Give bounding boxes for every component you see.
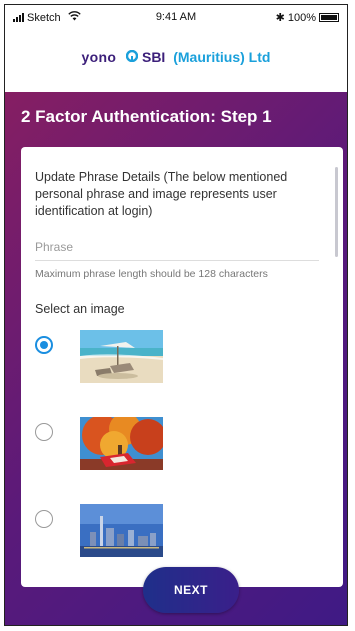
- region-label: (Mauritius) Ltd: [173, 49, 271, 65]
- brand-logo: yono SBI (Mauritius) Ltd: [5, 49, 347, 65]
- phrase-input[interactable]: Phrase: [35, 233, 319, 261]
- yono-wordmark: yono: [81, 49, 117, 65]
- image-option-beach[interactable]: [35, 330, 325, 390]
- top-bar: Sketch 9:41 AM ✱ 100% yono SBI (Mauritiu…: [5, 5, 347, 92]
- phone-screen: Sketch 9:41 AM ✱ 100% yono SBI (Mauritiu…: [4, 4, 348, 626]
- radio-unselected[interactable]: [35, 423, 53, 441]
- phrase-hint: Maximum phrase length should be 128 char…: [35, 268, 268, 280]
- form-card: Update Phrase Details (The below mention…: [21, 147, 343, 587]
- page-title: 2 Factor Authentication: Step 1: [21, 107, 272, 126]
- sbi-logo-icon: [125, 49, 139, 65]
- scrollbar[interactable]: [335, 167, 338, 257]
- image-option-city[interactable]: [35, 504, 325, 564]
- battery-icon: [319, 13, 339, 22]
- radio-unselected[interactable]: [35, 510, 53, 528]
- bluetooth-icon: ✱: [275, 12, 285, 24]
- next-button[interactable]: NEXT: [143, 567, 239, 613]
- battery-percent: 100%: [287, 11, 316, 24]
- phrase-description: Update Phrase Details (The below mention…: [35, 170, 288, 218]
- autumn-tree-image[interactable]: [80, 417, 163, 470]
- city-skyline-image[interactable]: [80, 504, 163, 557]
- radio-selected[interactable]: [35, 336, 53, 354]
- status-bar: Sketch 9:41 AM ✱ 100%: [5, 5, 347, 27]
- beach-image[interactable]: [80, 330, 163, 383]
- select-image-label: Select an image: [35, 302, 125, 316]
- image-option-autumn[interactable]: [35, 417, 325, 477]
- sbi-wordmark: SBI: [141, 49, 166, 65]
